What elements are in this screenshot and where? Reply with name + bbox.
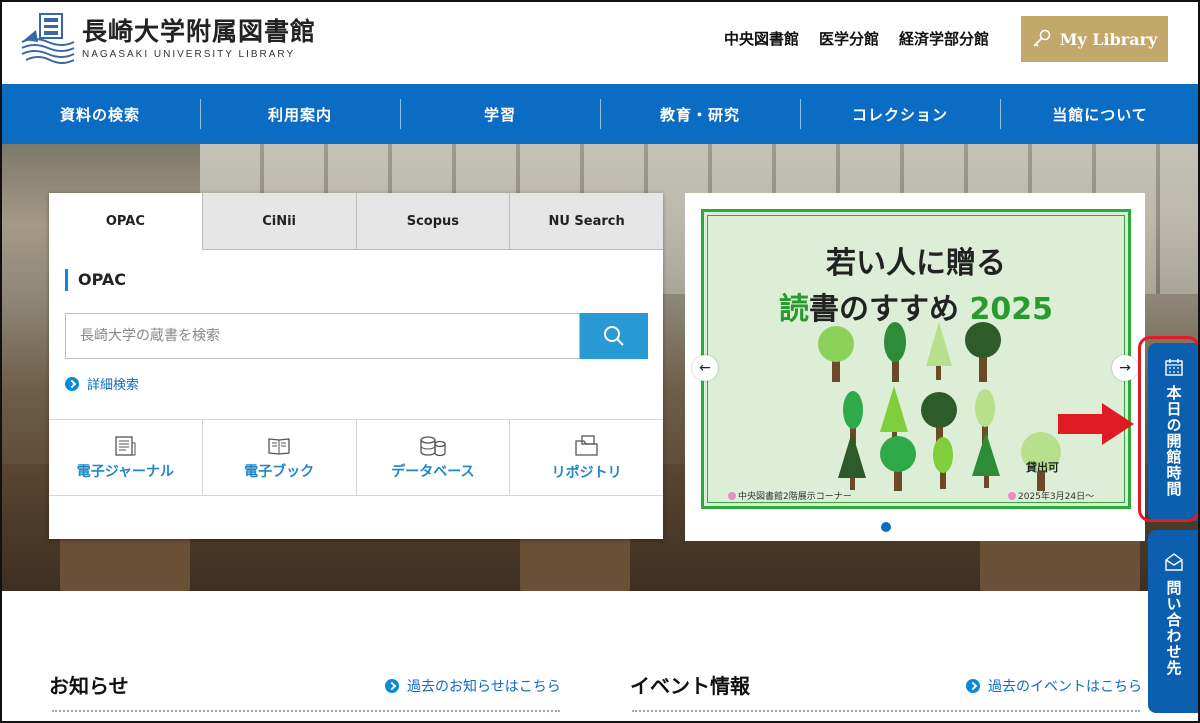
nav-item-guide[interactable]: 利用案内 xyxy=(200,84,400,144)
journal-icon xyxy=(115,435,136,456)
events-title: イベント情報 xyxy=(630,674,750,698)
tab-nu-search[interactable]: NU Search xyxy=(509,193,663,250)
carousel-next-button[interactable]: → xyxy=(1112,355,1138,381)
arrow-circle-icon xyxy=(966,679,980,693)
my-library-button[interactable]: My Library xyxy=(1021,16,1168,62)
nav-item-about[interactable]: 当館について xyxy=(1000,84,1200,144)
folder-icon xyxy=(574,434,598,456)
my-library-label: My Library xyxy=(1059,29,1158,49)
quick-link-label: 電子ジャーナル xyxy=(76,463,175,480)
nav-item-collection[interactable]: コレクション xyxy=(800,84,1000,144)
quick-link-ejournal[interactable]: 電子ジャーナル xyxy=(49,420,202,495)
arrow-right-icon: → xyxy=(1119,360,1131,376)
arrow-circle-icon xyxy=(385,679,399,693)
book-icon xyxy=(268,437,290,455)
quick-link-ebook[interactable]: 電子ブック xyxy=(201,420,356,495)
search-button[interactable] xyxy=(580,313,648,359)
nav-item-search[interactable]: 資料の検索 xyxy=(0,84,200,144)
mail-icon xyxy=(1165,553,1183,571)
carousel-dot[interactable] xyxy=(881,522,891,532)
contact-tab[interactable]: 問い合わせ先 xyxy=(1148,530,1200,713)
database-icon xyxy=(420,435,446,456)
pointer-arrow-icon xyxy=(1058,403,1134,445)
news-archive-link[interactable]: 過去のお知らせはこちら xyxy=(385,676,561,696)
quick-link-database[interactable]: データベース xyxy=(355,420,510,495)
site-header: 長崎大学附属図書館 NAGASAKI UNIVERSITY LIBRARY 中央… xyxy=(0,0,1200,84)
search-card: OPAC CiNii Scopus NU Search OPAC 長崎大学の蔵書… xyxy=(49,193,663,539)
events-archive-label: 過去のイベントはこちら xyxy=(988,679,1142,695)
search-icon xyxy=(604,326,624,346)
nav-item-education-research[interactable]: 教育・研究 xyxy=(600,84,800,144)
news-archive-label: 過去のお知らせはこちら xyxy=(407,679,561,695)
arrow-left-icon: ← xyxy=(699,360,711,376)
logo-title: 長崎大学附属図書館 xyxy=(82,16,317,46)
search-tabs: OPAC CiNii Scopus NU Search xyxy=(49,193,663,250)
branch-economics-link[interactable]: 経済学部分館 xyxy=(899,28,989,49)
tab-cinii[interactable]: CiNii xyxy=(201,193,356,250)
carousel-prev-button[interactable]: ← xyxy=(692,355,718,381)
lend-label: 貸出可 xyxy=(1026,461,1059,474)
branch-medical-link[interactable]: 医学分館 xyxy=(819,28,879,49)
logo-subtitle: NAGASAKI UNIVERSITY LIBRARY xyxy=(82,48,296,60)
tab-opac[interactable]: OPAC xyxy=(49,193,202,250)
quick-link-label: データベース xyxy=(391,463,475,480)
quick-links: 電子ジャーナル 電子ブック データベース リポジトリ xyxy=(49,419,663,496)
banner-title-line1: 若い人に贈る xyxy=(826,246,1006,281)
news-title: お知らせ xyxy=(49,674,129,698)
library-logo[interactable]: 長崎大学附属図書館 NAGASAKI UNIVERSITY LIBRARY xyxy=(20,12,316,64)
banner-slide[interactable]: 若い人に贈る 読書のすすめ 2025 貸出可 中央図書館2階展示コーナー 202… xyxy=(701,209,1131,509)
advanced-search-label: 詳細検索 xyxy=(87,378,140,393)
key-icon xyxy=(1033,29,1050,47)
opac-search-input[interactable]: 長崎大学の蔵書を検索 xyxy=(65,313,580,359)
branch-links: 中央図書館 医学分館 経済学部分館 xyxy=(724,28,989,49)
banner-location: 中央図書館2階展示コーナー xyxy=(728,489,852,502)
branch-central-link[interactable]: 中央図書館 xyxy=(724,28,799,49)
quick-link-label: リポジトリ xyxy=(551,464,622,481)
search-section-title: OPAC xyxy=(65,269,126,291)
advanced-search-link[interactable]: 詳細検索 xyxy=(65,374,139,393)
events-divider xyxy=(632,710,1140,712)
quick-link-repository[interactable]: リポジトリ xyxy=(509,420,663,495)
banner-date: 2025年3月24日～ xyxy=(1008,489,1094,502)
quick-link-label: 電子ブック xyxy=(244,463,315,480)
contact-label: 問い合わせ先 xyxy=(1164,580,1183,676)
tab-scopus[interactable]: Scopus xyxy=(355,193,510,250)
highlight-box xyxy=(1138,336,1200,522)
nav-item-learning[interactable]: 学習 xyxy=(400,84,600,144)
news-divider xyxy=(52,710,560,712)
main-nav: 資料の検索 利用案内 学習 教育・研究 コレクション 当館について xyxy=(0,84,1200,144)
library-emblem-icon xyxy=(20,12,76,64)
arrow-circle-icon xyxy=(65,376,79,391)
banner-carousel: 若い人に贈る 読書のすすめ 2025 貸出可 中央図書館2階展示コーナー 202… xyxy=(685,193,1145,541)
events-archive-link[interactable]: 過去のイベントはこちら xyxy=(966,676,1142,696)
